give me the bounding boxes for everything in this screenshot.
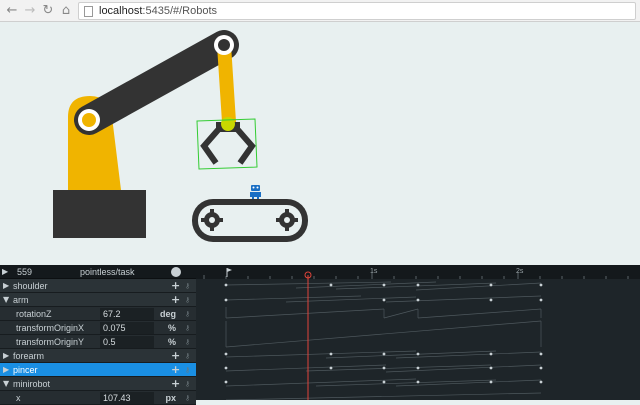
tree-row-x[interactable]: x 107.43 px ⚷ xyxy=(0,391,196,405)
tree-row-forearm[interactable]: ▶ forearm + ⚷ xyxy=(0,349,196,363)
tree-row-pincer[interactable]: ▶ pincer + ⚷ xyxy=(0,363,196,377)
browser-toolbar: ← → ↻ ⌂ localhost:5435/#/Robots xyxy=(0,0,640,22)
back-arrow-icon[interactable]: ← xyxy=(4,3,20,19)
playhead xyxy=(304,271,312,400)
key-icon[interactable]: ⚷ xyxy=(185,394,190,402)
animation-editor-panel: ▶ 559 pointless/task ▶ shoulder + ⚷ ▼ ar… xyxy=(0,265,640,405)
tree-row-label: minirobot xyxy=(13,379,51,389)
property-unit: px xyxy=(165,393,176,403)
property-unit: % xyxy=(167,337,176,347)
frame-counter[interactable]: 559 xyxy=(17,267,32,277)
play-icon[interactable]: ▶ xyxy=(2,267,11,277)
key-icon[interactable]: ⚷ xyxy=(185,380,190,388)
chevron-right-icon[interactable]: ▶ xyxy=(3,351,9,361)
tree-row-shoulder[interactable]: ▶ shoulder + ⚷ xyxy=(0,279,196,293)
reload-icon[interactable]: ↻ xyxy=(40,3,56,19)
tree-row-label: pincer xyxy=(13,365,38,375)
property-value-input[interactable]: 107.43 xyxy=(100,392,154,404)
key-icon[interactable]: ⚷ xyxy=(185,324,190,332)
property-label: rotationZ xyxy=(16,309,52,319)
key-icon[interactable]: ⚷ xyxy=(185,296,190,304)
robot-base xyxy=(53,190,146,238)
address-bar[interactable]: localhost:5435/#/Robots xyxy=(78,2,636,20)
chevron-right-icon[interactable]: ▶ xyxy=(3,365,9,375)
url-text[interactable]: localhost:5435/#/Robots xyxy=(99,5,217,17)
add-icon[interactable]: + xyxy=(171,364,180,376)
property-unit: deg xyxy=(159,309,176,319)
timeline[interactable]: 1s 2s xyxy=(196,265,640,400)
home-icon[interactable]: ⌂ xyxy=(58,3,74,19)
property-label: x xyxy=(16,393,21,403)
robot-scene xyxy=(53,30,308,242)
robot-arm xyxy=(74,30,239,135)
property-value-input[interactable]: 0.075 xyxy=(100,322,154,334)
key-icon[interactable]: ⚷ xyxy=(185,338,190,346)
property-value-input[interactable]: 67.2 xyxy=(100,308,154,320)
url-host: localhost xyxy=(99,5,143,17)
timeline-graph[interactable]: 1s 2s xyxy=(196,265,640,400)
project-name: pointless/task xyxy=(80,267,135,277)
animation-stage[interactable] xyxy=(0,22,640,265)
minirobot xyxy=(250,185,261,200)
page-icon xyxy=(84,6,93,17)
add-icon[interactable]: + xyxy=(171,350,180,362)
property-unit: % xyxy=(167,323,176,333)
tree-row-transformoriginx[interactable]: transformOriginX 0.075 % ⚷ xyxy=(0,321,196,335)
key-icon[interactable]: ⚷ xyxy=(185,282,190,290)
chevron-down-icon[interactable]: ▼ xyxy=(3,295,9,305)
tree-row-label: forearm xyxy=(13,351,45,361)
settings-dot-icon[interactable] xyxy=(171,267,181,277)
robot-pincer xyxy=(200,117,256,165)
property-label: transformOriginX xyxy=(16,323,85,333)
add-icon[interactable]: + xyxy=(171,294,180,306)
tree-row-transformoriginy[interactable]: transformOriginY 0.5 % ⚷ xyxy=(0,335,196,349)
robot-forearm xyxy=(217,38,236,129)
tree-row-label: shoulder xyxy=(13,281,48,291)
forward-arrow-icon[interactable]: → xyxy=(22,3,38,19)
tree-row-rotationz[interactable]: rotationZ 67.2 deg ⚷ xyxy=(0,307,196,321)
key-icon[interactable]: ⚷ xyxy=(185,310,190,318)
timeline-mark-2s: 2s xyxy=(516,268,524,275)
add-icon[interactable]: + xyxy=(171,280,180,292)
tree-row-arm[interactable]: ▼ arm + ⚷ xyxy=(0,293,196,307)
tree-row-label: arm xyxy=(13,295,29,305)
timeline-mark-1s: 1s xyxy=(370,268,378,275)
tree-row-minirobot[interactable]: ▼ minirobot + ⚷ xyxy=(0,377,196,391)
key-icon[interactable]: ⚷ xyxy=(185,352,190,360)
key-icon[interactable]: ⚷ xyxy=(185,366,190,374)
chevron-right-icon[interactable]: ▶ xyxy=(3,281,9,291)
url-path: :5435/#/Robots xyxy=(142,5,218,17)
add-icon[interactable]: + xyxy=(171,378,180,390)
property-tree: ▶ shoulder + ⚷ ▼ arm + ⚷ rotationZ 67.2 … xyxy=(0,279,196,405)
chevron-down-icon[interactable]: ▼ xyxy=(3,379,9,389)
conveyor-belt xyxy=(192,199,308,242)
property-value-input[interactable]: 0.5 xyxy=(100,336,154,348)
property-label: transformOriginY xyxy=(16,337,85,347)
